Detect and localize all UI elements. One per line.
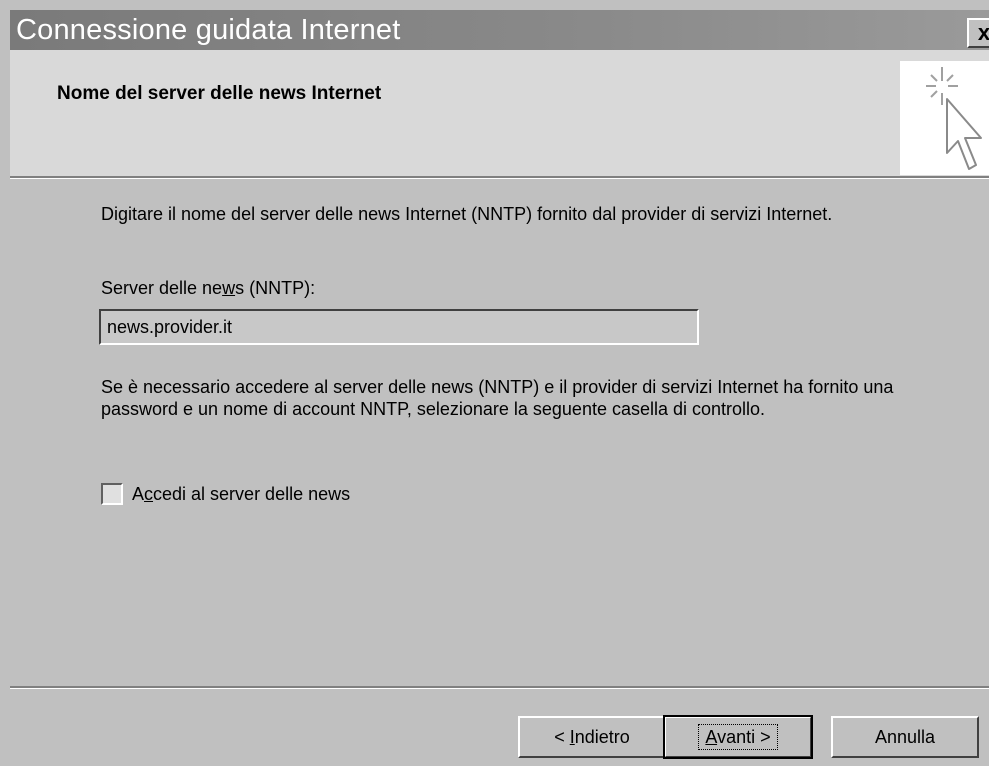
- next-button[interactable]: Avanti >: [663, 715, 813, 759]
- close-button[interactable]: x: [967, 18, 989, 48]
- title-bar[interactable]: Connessione guidata Internet x: [10, 10, 989, 50]
- wizard-header: Nome del server delle news Internet: [10, 50, 989, 178]
- wizard-content: Digitare il nome del server delle news I…: [10, 178, 989, 686]
- login-note-text: Se è necessario accedere al server delle…: [101, 377, 894, 419]
- wizard-window: Connessione guidata Internet x Nome del …: [0, 0, 989, 766]
- page-title: Nome del server delle news Internet: [57, 83, 382, 104]
- cancel-button[interactable]: Annulla: [831, 716, 979, 758]
- footer-divider: [10, 686, 989, 688]
- login-checkbox[interactable]: [101, 483, 123, 505]
- news-server-label: Server delle news (NNTP):: [101, 278, 316, 298]
- news-server-input[interactable]: [99, 309, 699, 345]
- back-button[interactable]: < Indietro: [518, 716, 666, 758]
- close-icon: x: [977, 20, 989, 45]
- window-title: Connessione guidata Internet: [16, 14, 401, 46]
- instruction-text: Digitare il nome del server delle news I…: [101, 204, 833, 224]
- login-checkbox-label[interactable]: Accedi al server delle news: [132, 483, 350, 505]
- wizard-cursor-icon: [900, 61, 989, 175]
- focus-indicator: Avanti >: [698, 724, 778, 750]
